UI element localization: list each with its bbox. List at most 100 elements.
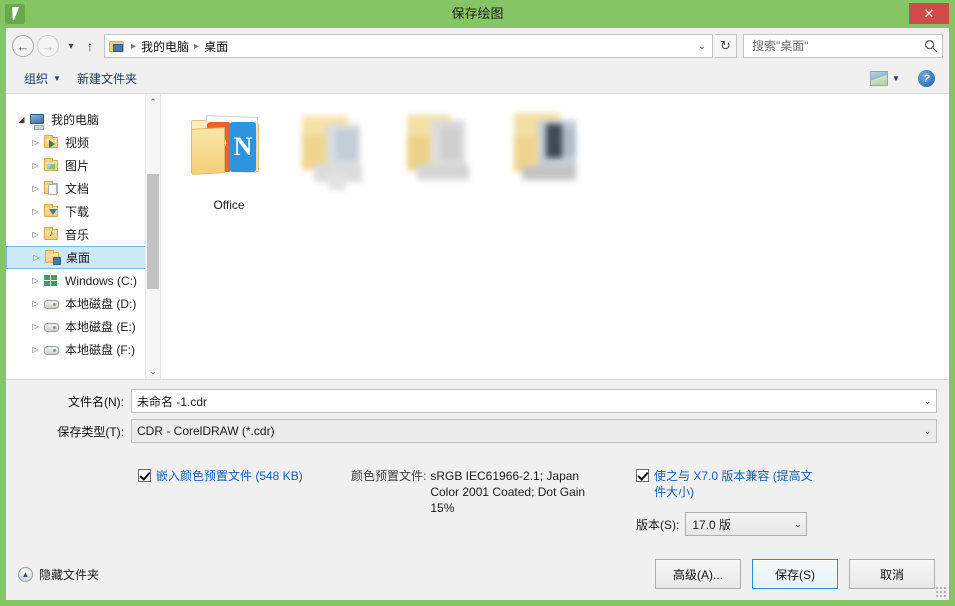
breadcrumb-item-1[interactable]: 桌面	[202, 38, 230, 55]
navigation-pane: ◢ 我的电脑 ▷ 视频 ▷ 图片 ▷ 文档 ▷ 下载 ▷ ♪ 音乐 ▷ 桌面 ▷…	[6, 94, 161, 379]
chevron-down-icon[interactable]: ⌄	[789, 519, 806, 530]
help-icon[interactable]: ?	[918, 70, 935, 87]
save-options: 嵌入颜色预置文件 (548 KB) 颜色预置文件: sRGB IEC61966-…	[6, 468, 949, 548]
address-bar[interactable]: ▸ 我的电脑 ▸ 桌面 ⌄	[104, 34, 713, 58]
scroll-up-icon[interactable]: ⌃	[146, 94, 160, 110]
breadcrumb-separator-0: ▸	[131, 40, 137, 52]
sidebar-item-documents[interactable]: ▷ 文档	[6, 177, 149, 200]
twisty-icon[interactable]: ▷	[30, 298, 41, 309]
new-folder-button[interactable]: 新建文件夹	[69, 67, 145, 90]
compat-checkbox[interactable]	[636, 469, 649, 482]
twisty-icon[interactable]: ▷	[30, 206, 41, 217]
chevron-down-icon: ▼	[53, 74, 61, 83]
twisty-icon[interactable]: ▷	[30, 229, 41, 240]
hide-folders-label: 隐藏文件夹	[39, 567, 100, 582]
computer-icon	[29, 112, 46, 130]
twisty-icon[interactable]: ◢	[16, 114, 27, 125]
organize-button[interactable]: 组织 ▼	[16, 67, 69, 90]
up-button[interactable]: ↑	[80, 34, 100, 58]
color-profile-info: 颜色预置文件: sRGB IEC61966-2.1; Japan Color 2…	[351, 468, 601, 516]
sidebar-item-music[interactable]: ▷ 音乐	[6, 223, 149, 246]
twisty-icon[interactable]: ▷	[30, 344, 41, 355]
twisty-icon[interactable]: ▷	[30, 275, 41, 286]
sidebar-scrollbar[interactable]: ⌃ ⌄	[145, 94, 160, 379]
sidebar-item-label: 音乐	[65, 228, 90, 242]
command-bar: 组织 ▼ 新建文件夹 ▼ ?	[6, 64, 949, 94]
twisty-icon[interactable]: ▷	[30, 137, 41, 148]
documents-folder-icon	[43, 180, 60, 197]
redacted-folder-icon	[290, 110, 382, 194]
sidebar-item-label: 我的电脑	[51, 113, 100, 127]
sidebar-item-label: 视频	[65, 136, 90, 150]
filetype-value: CDR - CorelDRAW (*.cdr)	[137, 424, 275, 438]
close-button[interactable]: ✕	[909, 3, 949, 24]
filename-value[interactable]: 未命名 -1.cdr	[137, 393, 919, 410]
address-dropdown-icon[interactable]: ⌄	[694, 41, 710, 52]
navigation-bar: ← → ▾ ↑ ▸ 我的电脑 ▸ 桌面 ⌄ ↻	[6, 28, 949, 64]
twisty-icon[interactable]: ▷	[30, 183, 41, 194]
twisty-icon[interactable]: ▷	[31, 252, 42, 263]
advanced-button[interactable]: 高级(A)...	[655, 559, 741, 589]
videos-folder-icon	[43, 134, 60, 151]
version-select[interactable]: 17.0 版 ⌄	[685, 512, 808, 536]
twisty-icon[interactable]: ▷	[30, 160, 41, 171]
embed-profile-label[interactable]: 嵌入颜色预置文件 (548 KB)	[156, 468, 303, 484]
back-button[interactable]: ←	[12, 35, 34, 57]
twisty-icon[interactable]: ▷	[30, 321, 41, 332]
desktop-folder-icon	[44, 249, 61, 266]
refresh-button[interactable]: ↻	[715, 34, 737, 58]
filename-field[interactable]: 未命名 -1.cdr ⌄	[131, 389, 937, 413]
chevron-down-icon[interactable]: ⌄	[919, 396, 936, 407]
sidebar-item-downloads[interactable]: ▷ 下载	[6, 200, 149, 223]
chevron-down-icon[interactable]: ⌄	[919, 426, 936, 437]
search-input[interactable]	[750, 38, 924, 54]
dialog-client: ← → ▾ ↑ ▸ 我的电脑 ▸ 桌面 ⌄ ↻ 搜索"桌面" 组织 ▼ 新建文件…	[6, 28, 949, 600]
file-label: Office	[213, 198, 245, 212]
window-title: 保存绘图	[451, 6, 504, 21]
sidebar-item-label: 本地磁盘 (F:)	[65, 343, 135, 357]
filename-label: 文件名(N):	[68, 394, 124, 409]
music-folder-icon	[43, 226, 60, 243]
filetype-label: 保存类型(T):	[57, 424, 124, 439]
save-form: 文件名(N): 未命名 -1.cdr ⌄ 保存类型(T): CDR - Core…	[6, 380, 949, 548]
filetype-select[interactable]: CDR - CorelDRAW (*.cdr) ⌄	[131, 419, 937, 443]
breadcrumb-item-0[interactable]: 我的电脑	[139, 38, 191, 55]
sidebar-item-pictures[interactable]: ▷ 图片	[6, 154, 149, 177]
compatibility-option: 使之与 X7.0 版本兼容 (提高文件大小) 版本(S): 17.0 版 ⌄	[636, 468, 816, 536]
compat-label[interactable]: 使之与 X7.0 版本兼容 (提高文件大小)	[654, 468, 816, 500]
redacted-folder-icon	[397, 110, 489, 194]
scroll-down-icon[interactable]: ⌄	[146, 363, 160, 379]
disk-icon	[43, 296, 60, 312]
search-box[interactable]	[743, 34, 943, 58]
scrollbar-thumb[interactable]	[147, 174, 159, 289]
embed-profile-checkbox[interactable]	[138, 469, 151, 482]
view-chevron-down-icon[interactable]: ▼	[888, 74, 904, 83]
sidebar-item-disk-f[interactable]: ▷ 本地磁盘 (F:)	[6, 338, 149, 361]
change-view-icon[interactable]	[870, 71, 888, 86]
version-label: 版本(S):	[636, 517, 680, 532]
list-item[interactable]	[500, 110, 600, 212]
folder-tree: ◢ 我的电脑 ▷ 视频 ▷ 图片 ▷ 文档 ▷ 下载 ▷ ♪ 音乐 ▷ 桌面 ▷…	[6, 94, 149, 361]
sidebar-item-videos[interactable]: ▷ 视频	[6, 131, 149, 154]
file-list-pane[interactable]: P N Office	[161, 94, 949, 379]
recent-locations-button[interactable]: ▾	[62, 34, 80, 58]
hide-folders-button[interactable]: ▲ 隐藏文件夹	[18, 566, 99, 583]
sidebar-item-disk-d[interactable]: ▷ 本地磁盘 (D:)	[6, 292, 149, 315]
list-item[interactable]	[286, 110, 386, 212]
forward-button[interactable]: →	[37, 35, 59, 57]
list-item[interactable]	[393, 110, 493, 212]
save-button[interactable]: 保存(S)	[752, 559, 838, 589]
sidebar-item-label: 桌面	[66, 251, 91, 265]
pictures-folder-icon	[43, 157, 60, 174]
resize-grip[interactable]	[935, 586, 947, 598]
sidebar-item-windows-c[interactable]: ▷ Windows (C:)	[6, 269, 149, 292]
sidebar-item-my-computer[interactable]: ◢ 我的电脑	[6, 108, 149, 131]
color-profile-caption: 颜色预置文件:	[351, 469, 427, 483]
office-folder-icon: P N	[183, 110, 275, 194]
breadcrumb-separator-1: ▸	[194, 40, 200, 52]
list-item[interactable]: P N Office	[179, 110, 279, 212]
sidebar-item-disk-e[interactable]: ▷ 本地磁盘 (E:)	[6, 315, 149, 338]
sidebar-item-desktop[interactable]: ▷ 桌面	[6, 246, 147, 269]
dialog-footer: ▲ 隐藏文件夹 高级(A)... 保存(S) 取消	[6, 548, 949, 600]
cancel-button[interactable]: 取消	[849, 559, 935, 589]
